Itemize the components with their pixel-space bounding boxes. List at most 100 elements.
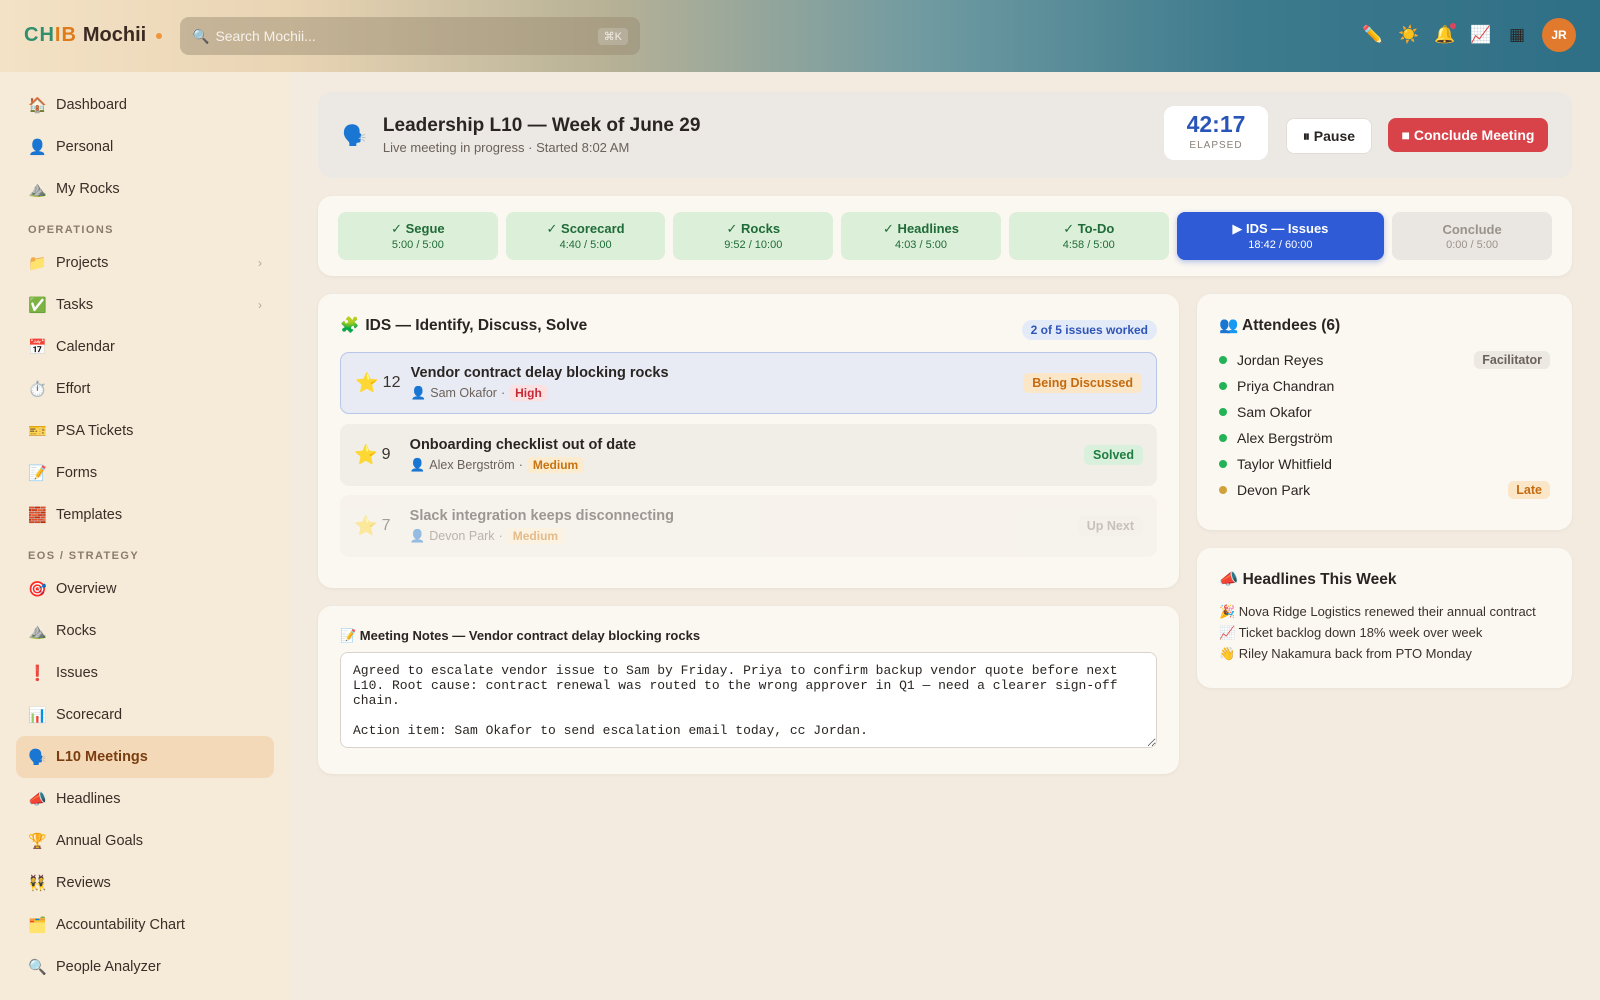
search-bar[interactable]: 🔍 ⌘K: [180, 17, 640, 55]
sidebar-item-dashboard[interactable]: 🏠 Dashboard: [16, 84, 274, 126]
home-icon: 🏠: [28, 97, 47, 114]
attendee-name: Priya Chandran: [1237, 378, 1335, 394]
sidebar-item-l10-meetings[interactable]: 🗣️ L10 Meetings: [16, 736, 274, 778]
agenda-step-conclude[interactable]: Conclude 0:00 / 5:00: [1392, 212, 1552, 260]
issue-row[interactable]: ⭐ 7 Slack integration keeps disconnectin…: [340, 495, 1157, 557]
issue-owner: Sam Okafor: [430, 386, 497, 400]
memo-icon: 📝: [28, 465, 47, 482]
meeting-header: 🗣️ Leadership L10 — Week of June 29 Live…: [318, 92, 1572, 178]
pencil-icon[interactable]: ✏️: [1362, 24, 1384, 46]
agenda-step-ids-issues[interactable]: ▶ IDS — Issues 18:42 / 60:00: [1176, 212, 1385, 260]
sidebar-item-templates[interactable]: 🧱 Templates: [16, 494, 274, 536]
sidebar-item-overview[interactable]: 🎯 Overview: [16, 568, 274, 610]
calendar-icon: 📅: [28, 339, 47, 356]
attendees-title: 👥 Attendees (6): [1219, 317, 1341, 334]
attendee-row: Jordan Reyes Facilitator: [1219, 347, 1550, 373]
sidebar-item-effort[interactable]: ⏱️ Effort: [16, 368, 274, 410]
attendee-name: Alex Bergström: [1237, 430, 1333, 446]
issue-row[interactable]: ⭐ 9 Onboarding checklist out of date 👤 Al…: [340, 424, 1157, 486]
sidebar-item-reviews[interactable]: 👯 Reviews: [16, 862, 274, 904]
sidebar-item-label: Reviews: [56, 875, 111, 891]
sidebar-item-rocks[interactable]: ⛰️ Rocks: [16, 610, 274, 652]
notes-textarea[interactable]: Agreed to escalate vendor issue to Sam b…: [340, 652, 1157, 748]
sidebar-item-projects[interactable]: 📁 Projects ›: [16, 242, 274, 284]
exclamation-icon: ❗: [28, 665, 47, 682]
sidebar-item-forms[interactable]: 📝 Forms: [16, 452, 274, 494]
agenda-step-segue[interactable]: ✓ Segue 5:00 / 5:00: [338, 212, 498, 260]
mountain-icon: ⛰️: [28, 623, 47, 640]
presence-dot: [1219, 434, 1227, 442]
agenda-step-label: ✓ Headlines: [883, 221, 959, 236]
avatar[interactable]: JR: [1542, 18, 1576, 52]
issue-row[interactable]: ⭐ 12 Vendor contract delay blocking rock…: [340, 352, 1157, 414]
agenda-step-time: 9:52 / 10:00: [724, 239, 783, 251]
sidebar-item-psa-tickets[interactable]: 🎫 PSA Tickets: [16, 410, 274, 452]
pause-button[interactable]: ⏸ Pause: [1286, 118, 1372, 154]
sidebar-item-calendar[interactable]: 📅 Calendar: [16, 326, 274, 368]
status-badge: Being Discussed: [1023, 373, 1142, 393]
agenda-step-label: ✓ Rocks: [726, 221, 781, 236]
chevron-right-icon: ›: [258, 256, 262, 270]
bar-chart-icon: 📊: [28, 707, 47, 724]
conclude-meeting-button[interactable]: ■ Conclude Meeting: [1388, 118, 1548, 152]
agenda-step-time: 4:03 / 5:00: [895, 239, 948, 251]
brand-logo[interactable]: CHIB Mochii: [24, 24, 163, 47]
priority-badge: High: [509, 385, 548, 401]
chart-icon[interactable]: 📈: [1470, 24, 1492, 46]
trophy-icon: 🏆: [28, 833, 47, 850]
sidebar-item-my-rocks[interactable]: ⛰️ My Rocks: [16, 168, 274, 210]
issue-title: Slack integration keeps disconnecting: [409, 508, 674, 524]
sidebar-item-issues[interactable]: ❗ Issues: [16, 652, 274, 694]
agenda-step-scorecard[interactable]: ✓ Scorecard 4:40 / 5:00: [505, 212, 666, 260]
sidebar-item-people-analyzer[interactable]: 🔍 People Analyzer: [16, 946, 274, 988]
priority-badge: Medium: [526, 457, 585, 473]
attendee-row: Devon Park Late: [1219, 477, 1550, 503]
elapsed-timer: 42:17 ELAPSED: [1164, 106, 1268, 160]
agenda-step-label: ✓ Scorecard: [546, 221, 625, 236]
sidebar-item-label: Dashboard: [56, 97, 127, 113]
stopwatch-icon: ⏱️: [28, 381, 47, 398]
presence-dot: [1219, 382, 1227, 390]
presence-dot: [1219, 408, 1227, 416]
sidebar-item-accountability-chart[interactable]: 🗂️ Accountability Chart: [16, 904, 274, 946]
agenda-step-time: 0:00 / 5:00: [1446, 238, 1499, 251]
sidebar-item-personal[interactable]: 👤 Personal: [16, 126, 274, 168]
sun-icon[interactable]: ☀️: [1398, 24, 1420, 46]
grid-icon[interactable]: ▦: [1506, 24, 1528, 46]
agenda-step-headlines[interactable]: ✓ Headlines 4:03 / 5:00: [841, 212, 1001, 260]
sidebar-item-annual-goals[interactable]: 🏆 Annual Goals: [16, 820, 274, 862]
agenda-progress: ✓ Segue 5:00 / 5:00 ✓ Scorecard 4:40 / 5:0…: [318, 196, 1572, 276]
sidebar-item-tasks[interactable]: ✅ Tasks ›: [16, 284, 274, 326]
agenda-step-rocks[interactable]: ✓ Rocks 9:52 / 10:00: [673, 212, 834, 260]
sidebar-item-label: Accountability Chart: [56, 917, 185, 933]
agenda-step-todo[interactable]: ✓ To-Do 4:58 / 5:00: [1008, 212, 1169, 260]
meeting-notes-panel: 📝 Meeting Notes — Vendor contract delay …: [318, 606, 1179, 774]
sidebar-item-headlines[interactable]: 📣 Headlines: [16, 778, 274, 820]
presence-dot: [1219, 460, 1227, 468]
sidebar-item-label: People Analyzer: [56, 959, 161, 975]
meta-separator: ·: [518, 458, 523, 472]
issue-votes: 7: [381, 517, 391, 534]
notes-title: 📝 Meeting Notes — Vendor contract delay …: [340, 628, 701, 643]
ids-title-text: IDS — Identify, Discuss, Solve: [365, 316, 588, 334]
status-dot: [156, 32, 163, 39]
sidebar-item-scorecard[interactable]: 📊 Scorecard: [16, 694, 274, 736]
magnifier-icon: 🔍: [28, 959, 47, 976]
sidebar-item-label: Headlines: [56, 791, 121, 807]
issue-votes: 12: [382, 374, 401, 391]
issue-owner: Devon Park: [429, 529, 495, 543]
issue-meta: 👤 Sam Okafor · High: [411, 385, 669, 401]
status-badge: Solved: [1084, 445, 1143, 465]
speaking-head-icon: 🗣️: [28, 749, 47, 766]
sidebar-item-label: PSA Tickets: [56, 423, 134, 439]
sidebar: 🏠 Dashboard 👤 Personal ⛰️ My Rocks OPERATIO…: [0, 72, 290, 1000]
section-eos-strategy: EOS / STRATEGY: [28, 550, 140, 562]
page-title: Leadership L10 — Week of June 29: [382, 115, 701, 136]
search-input[interactable]: [215, 28, 592, 44]
bell-icon[interactable]: 🔔: [1434, 23, 1456, 46]
brand-mark: CHIB: [24, 24, 77, 46]
sidebar-item-label: Forms: [56, 465, 98, 481]
status-badge: Up Next: [1077, 516, 1143, 536]
issue-votes: 9: [381, 446, 391, 463]
presence-dot: [1219, 356, 1227, 364]
